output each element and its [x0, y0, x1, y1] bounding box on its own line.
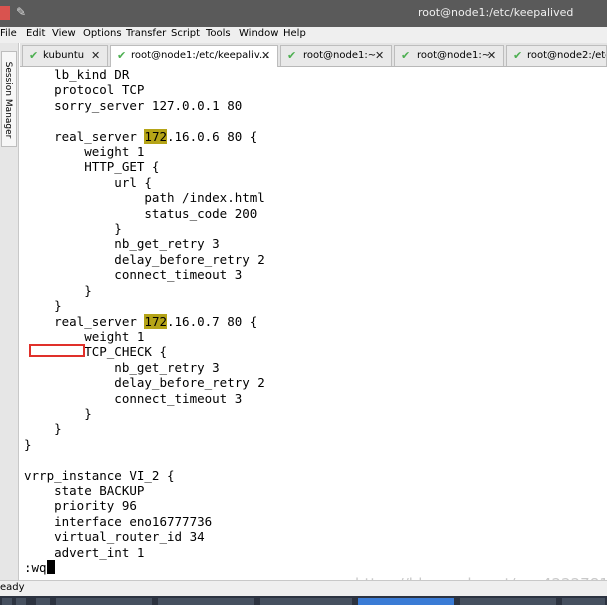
terminal-line: delay_before_retry 2	[24, 251, 265, 267]
menu-tools[interactable]: Tools	[206, 28, 231, 39]
terminal-line: }	[24, 421, 62, 437]
terminal-text: lb_kind DR protocol TCP sorry_server 127…	[24, 67, 265, 575]
session-manager-tab[interactable]: Session Manager	[1, 51, 17, 147]
terminal-line: lb_kind DR	[24, 67, 130, 82]
terminal-line: }	[24, 436, 32, 452]
search-highlight: 172	[144, 128, 167, 144]
terminal-area[interactable]: lb_kind DR protocol TCP sorry_server 127…	[20, 67, 607, 578]
close-icon[interactable]: ✕	[261, 46, 270, 66]
taskbar-item[interactable]	[158, 598, 254, 605]
check-icon: ✔	[287, 49, 297, 62]
terminal-line: priority 96	[24, 498, 137, 514]
pin-icon[interactable]: ✎	[16, 5, 26, 19]
terminal-lines: lb_kind DR protocol TCP sorry_server 127…	[24, 67, 265, 560]
terminal-line: status_code 200	[24, 205, 258, 221]
terminal-line: real_server 172.16.0.6 80 {	[24, 128, 258, 144]
taskbar	[0, 596, 607, 605]
search-highlight: 172	[144, 313, 167, 329]
terminal-line: protocol TCP	[24, 82, 145, 98]
terminal-line: }	[24, 405, 92, 421]
close-icon[interactable]: ✕	[487, 46, 496, 66]
tab-node1-keepalived[interactable]: ✔ root@node1:/etc/keepaliv... ✕	[110, 45, 278, 67]
check-icon: ✔	[513, 49, 523, 62]
menu-edit[interactable]: Edit	[26, 28, 45, 39]
menu-view[interactable]: View	[52, 28, 76, 39]
terminal-line: sorry_server 127.0.0.1 80	[24, 97, 243, 113]
menu-file[interactable]: File	[0, 28, 17, 39]
terminal-line: nb_get_retry 3	[24, 359, 220, 375]
session-manager-rail: Session Manager	[0, 43, 19, 580]
taskbar-item-active[interactable]	[358, 598, 454, 605]
terminal-line: weight 1	[24, 144, 145, 160]
tab-label: root@node1:~	[417, 50, 491, 61]
tab-label: root@node2:/etc/keepaliv	[527, 50, 606, 61]
title-bar: ✎ root@node1:/etc/keepalived	[0, 0, 607, 27]
tab-node1-home-2[interactable]: ✔ root@node1:~ ✕	[394, 45, 504, 66]
terminal-line: path /index.html	[24, 190, 265, 206]
terminal-line: state BACKUP	[24, 482, 145, 498]
tab-node2-keepalived[interactable]: ✔ root@node2:/etc/keepaliv	[506, 45, 607, 66]
terminal-line: nb_get_retry 3	[24, 236, 220, 252]
command-line: :wq	[24, 560, 47, 575]
app-icon	[0, 6, 10, 20]
menu-window[interactable]: Window	[239, 28, 278, 39]
taskbar-item[interactable]	[16, 598, 26, 605]
menu-transfer[interactable]: Transfer	[126, 28, 166, 39]
menu-options[interactable]: Options	[83, 28, 122, 39]
check-icon: ✔	[401, 49, 411, 62]
tab-label: root@node1:~	[303, 50, 377, 61]
status-text: eady	[0, 582, 25, 593]
menu-script[interactable]: Script	[171, 28, 200, 39]
terminal-line: }	[24, 282, 92, 298]
tab-bar: ✔ kubuntu ✕ ✔ root@node1:/etc/keepaliv..…	[20, 43, 607, 67]
terminal-line: vrrp_instance VI_2 {	[24, 467, 175, 483]
tab-label: kubuntu	[43, 50, 85, 61]
terminal-line: virtual_router_id 34	[24, 529, 205, 545]
check-icon: ✔	[117, 49, 127, 62]
terminal-line: HTTP_GET {	[24, 159, 160, 175]
tab-label: root@node1:/etc/keepaliv...	[131, 50, 269, 61]
menu-help[interactable]: Help	[283, 28, 306, 39]
window-title: root@node1:/etc/keepalived	[418, 6, 574, 19]
terminal-line: real_server 172.16.0.7 80 {	[24, 313, 258, 329]
terminal-cursor	[46, 560, 55, 574]
taskbar-item[interactable]	[56, 598, 152, 605]
taskbar-item[interactable]	[260, 598, 352, 605]
terminal-line: connect_timeout 3	[24, 267, 243, 283]
check-icon: ✔	[29, 49, 39, 62]
session-manager-label: Session Manager	[3, 61, 13, 139]
terminal-line: weight 1	[24, 328, 145, 344]
terminal-line: }	[24, 298, 62, 314]
tab-node1-home[interactable]: ✔ root@node1:~ ✕	[280, 45, 392, 66]
taskbar-item[interactable]	[2, 598, 12, 605]
tab-kubuntu[interactable]: ✔ kubuntu ✕	[22, 45, 108, 66]
terminal-line: }	[24, 221, 122, 237]
terminal-line: interface eno16777736	[24, 513, 213, 529]
terminal-line: advert_int 1	[24, 544, 145, 560]
terminal-line: url {	[24, 174, 152, 190]
menu-bar: File Edit View Options Transfer Script T…	[0, 27, 607, 43]
terminal-line: connect_timeout 3	[24, 390, 243, 406]
terminal-line: delay_before_retry 2	[24, 375, 265, 391]
annotation-box	[29, 344, 85, 357]
close-icon[interactable]: ✕	[375, 46, 384, 66]
taskbar-item[interactable]	[562, 598, 605, 605]
status-bar: eady	[0, 580, 607, 596]
taskbar-item[interactable]	[460, 598, 556, 605]
taskbar-item[interactable]	[36, 598, 50, 605]
close-icon[interactable]: ✕	[91, 46, 100, 66]
